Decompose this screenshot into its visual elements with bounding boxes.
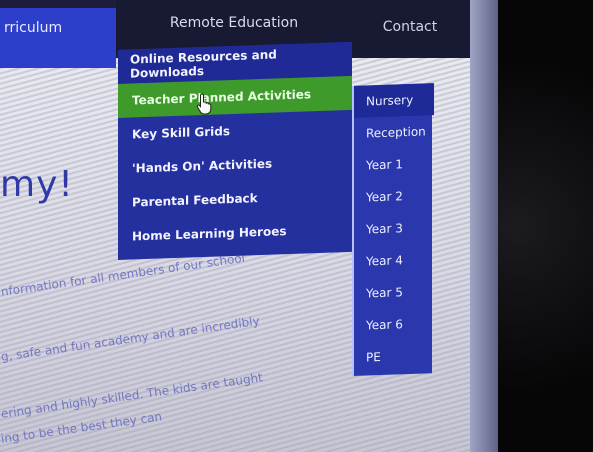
dropdown-item-label: Online Resources and Downloads bbox=[130, 47, 277, 81]
nav-item-label: Remote Education bbox=[169, 15, 299, 31]
submenu-item-label: Nursery bbox=[366, 92, 414, 109]
submenu-item-label: Year 1 bbox=[366, 157, 403, 173]
submenu-item-year-5[interactable]: Year 5 bbox=[354, 275, 434, 310]
remote-education-dropdown: Online Resources and Downloads Teacher P… bbox=[118, 41, 352, 261]
submenu-item-label: Year 2 bbox=[366, 189, 403, 205]
submenu-item-year-6[interactable]: Year 6 bbox=[354, 307, 434, 342]
hand-pointer-icon bbox=[196, 93, 212, 115]
body-text-line: g, safe and fun academy and are incredib… bbox=[0, 313, 261, 364]
submenu-item-year-4[interactable]: Year 4 bbox=[354, 243, 434, 278]
submenu-item-label: Reception bbox=[366, 124, 426, 141]
dropdown-item-label: Teacher Planned Activities bbox=[132, 87, 312, 108]
submenu-item-pe[interactable]: PE bbox=[354, 339, 434, 374]
dropdown-item-label: Home Learning Heroes bbox=[132, 224, 287, 244]
year-group-submenu: Nursery Reception Year 1 Year 2 Year 3 Y… bbox=[352, 83, 434, 377]
submenu-item-year-3[interactable]: Year 3 bbox=[354, 211, 434, 246]
submenu-item-nursery[interactable]: Nursery bbox=[354, 83, 434, 118]
submenu-item-label: Year 4 bbox=[366, 253, 403, 269]
page-scrollbar-track[interactable] bbox=[470, 0, 498, 452]
submenu-item-year-2[interactable]: Year 2 bbox=[354, 179, 434, 214]
dropdown-item-label: Parental Feedback bbox=[132, 191, 258, 210]
submenu-item-label: Year 5 bbox=[366, 285, 403, 301]
dropdown-item-label: Key Skill Grids bbox=[132, 124, 230, 142]
monitor-bezel bbox=[498, 0, 593, 452]
nav-item-contact[interactable]: Contact bbox=[350, 0, 470, 58]
submenu-item-reception[interactable]: Reception bbox=[354, 115, 434, 150]
nav-item-curriculum[interactable]: rriculum bbox=[0, 8, 116, 68]
page-headline: my! bbox=[0, 164, 74, 205]
dropdown-item-label: 'Hands On' Activities bbox=[132, 156, 273, 176]
submenu-item-label: Year 6 bbox=[366, 317, 403, 333]
submenu-item-label: PE bbox=[366, 349, 381, 365]
browser-viewport: rriculum Remote Education Contact my! nf… bbox=[0, 0, 498, 452]
submenu-item-year-1[interactable]: Year 1 bbox=[354, 147, 434, 182]
nav-item-label: Contact bbox=[382, 19, 438, 35]
submenu-item-label: Year 3 bbox=[366, 221, 403, 237]
nav-item-label: rriculum bbox=[4, 20, 63, 36]
dropdown-item-home-learning-heroes[interactable]: Home Learning Heroes bbox=[118, 212, 352, 254]
